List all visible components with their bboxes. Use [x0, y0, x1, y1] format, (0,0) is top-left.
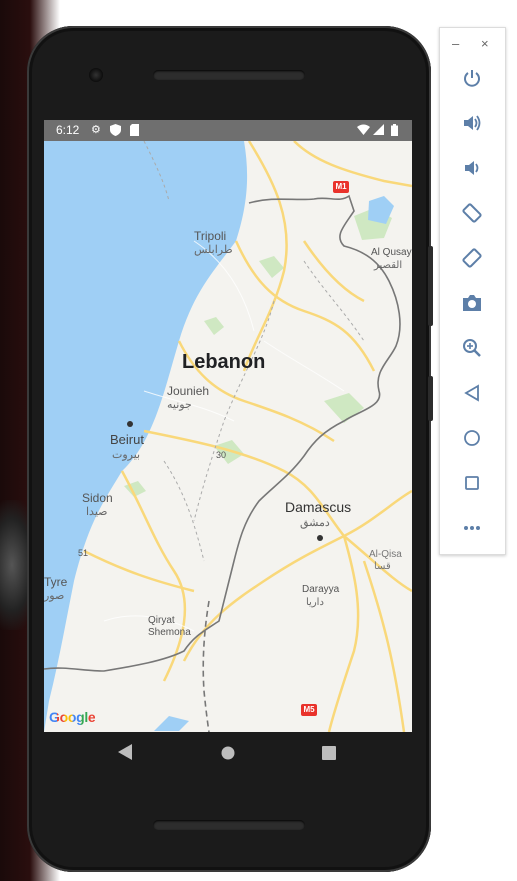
back-icon — [464, 384, 479, 402]
volume-up-button[interactable] — [457, 108, 487, 138]
google-logo: Google — [49, 709, 96, 725]
shield-icon — [110, 124, 121, 140]
recents-icon — [322, 746, 336, 760]
place-label: Qiryat Shemona — [148, 615, 191, 638]
rotate-left-icon — [462, 203, 482, 223]
place-label: Al-Qisa — [369, 549, 402, 560]
emu-overview-button[interactable] — [457, 468, 487, 498]
top-speaker — [153, 70, 305, 80]
place-label: Darayya — [302, 584, 340, 595]
place-label-ar: دمشق — [300, 517, 330, 529]
volume-down-button[interactable] — [457, 153, 487, 183]
signal-icon — [373, 124, 384, 139]
place-label-ar: طرابلس — [194, 244, 233, 256]
more-button[interactable] — [457, 513, 487, 543]
home-button[interactable] — [221, 744, 235, 764]
phone-frame: 6:12 ⚙ Lebanon Tripoli طرابلس Jounieh جو… — [27, 26, 433, 872]
country-label: Lebanon — [182, 351, 266, 373]
place-label: Tripoli — [194, 229, 227, 243]
volume-down-icon — [465, 161, 479, 175]
place-label: Jounieh — [167, 384, 210, 398]
place-label-ar: داريا — [306, 597, 324, 608]
close-button[interactable]: × — [481, 36, 489, 51]
front-camera — [89, 68, 103, 82]
volume-up-icon — [464, 115, 481, 131]
emu-back-button[interactable] — [457, 378, 487, 408]
road-shield: M1 — [333, 181, 349, 193]
place-label-ar: بيروت — [112, 449, 141, 461]
bottom-speaker — [153, 820, 305, 830]
place-label: Damascus — [285, 499, 352, 515]
road-shield: M5 — [301, 704, 317, 716]
home-icon — [464, 430, 480, 446]
zoom-icon — [463, 339, 481, 357]
power-key — [428, 376, 433, 421]
power-icon — [464, 70, 480, 87]
phone-screen: 6:12 ⚙ Lebanon Tripoli طرابلس Jounieh جو… — [44, 120, 412, 732]
rotate-right-icon — [462, 248, 482, 268]
place-label: Beirut — [110, 432, 144, 447]
sd-card-icon — [130, 124, 139, 140]
emulator-toolbar: – × — [439, 27, 506, 555]
place-label-ar: صيدا — [86, 506, 108, 518]
place-label: Al Qusayr — [371, 247, 412, 258]
map-view[interactable]: Lebanon Tripoli طرابلس Jounieh جونيه Bei… — [44, 140, 412, 732]
minimize-button[interactable]: – — [452, 36, 459, 51]
back-icon — [118, 744, 132, 760]
more-icon — [464, 526, 480, 530]
navigation-bar — [44, 732, 412, 778]
recents-button[interactable] — [322, 744, 336, 764]
camera-icon — [463, 295, 481, 311]
power-button[interactable] — [457, 63, 487, 93]
place-label-ar: صور — [44, 590, 65, 602]
place-label-ar: جونيه — [167, 399, 192, 411]
screenshot-button[interactable] — [457, 288, 487, 318]
zoom-button[interactable] — [457, 333, 487, 363]
place-label: Sidon — [82, 491, 113, 505]
emu-home-button[interactable] — [457, 423, 487, 453]
rotate-right-button[interactable] — [457, 243, 487, 273]
road-number: 30 — [216, 450, 227, 460]
wifi-icon — [357, 124, 370, 139]
battery-icon — [391, 124, 398, 140]
place-label-ar: قسا — [374, 561, 391, 572]
overview-icon — [465, 476, 479, 490]
place-label: Tyre — [44, 575, 68, 589]
rotate-left-button[interactable] — [457, 198, 487, 228]
settings-icon: ⚙ — [91, 124, 101, 136]
back-button[interactable] — [118, 744, 132, 764]
status-time: 6:12 — [56, 123, 80, 137]
map-canvas — [44, 140, 412, 732]
home-icon — [221, 746, 235, 760]
road-number: 51 — [78, 548, 89, 558]
place-label-ar: القصير — [374, 260, 403, 271]
volume-rocker — [428, 246, 433, 326]
status-bar: 6:12 ⚙ — [44, 120, 412, 141]
